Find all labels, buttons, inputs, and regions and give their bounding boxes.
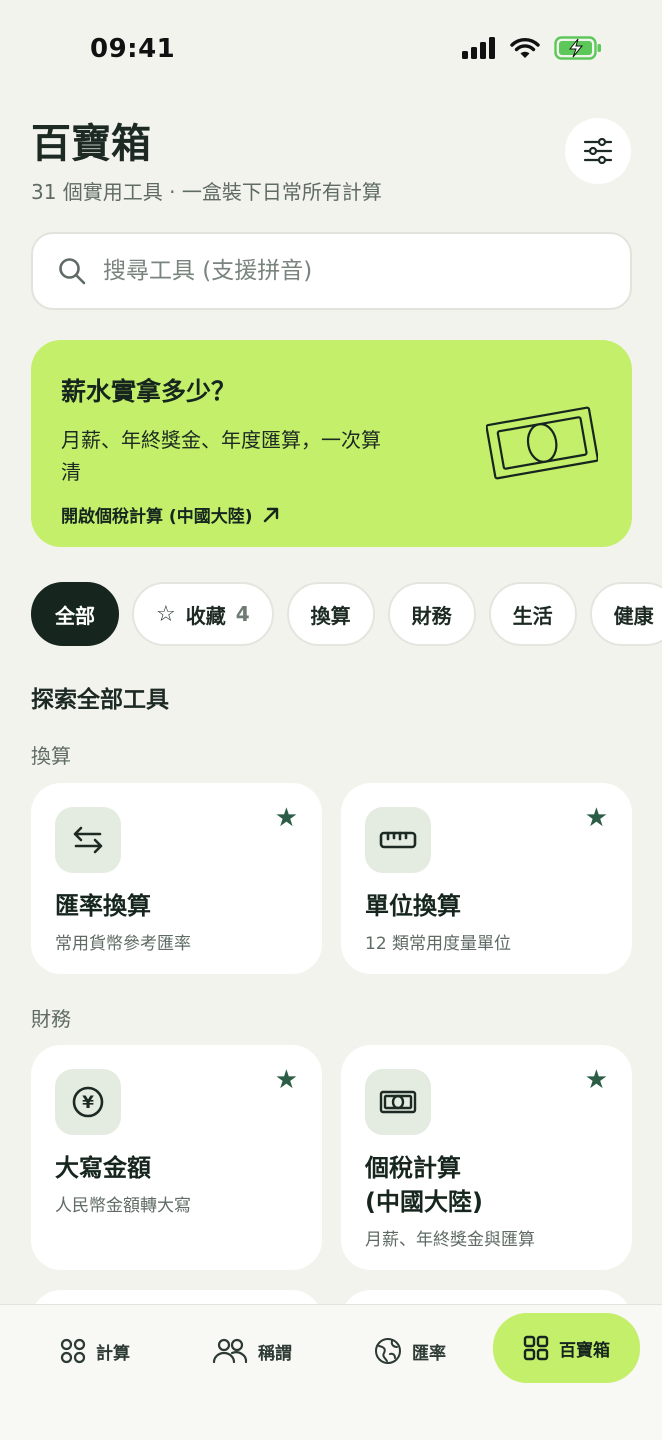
favorite-star-icon[interactable]: ★	[275, 803, 298, 833]
yen-coin-icon: ¥	[72, 1086, 104, 1118]
grid-circles-icon	[60, 1338, 86, 1364]
arrow-up-right-icon	[264, 507, 279, 522]
chip-health-label: 健康	[613, 603, 654, 628]
chip-favorites[interactable]: ☆ 收藏 4	[132, 582, 274, 646]
chip-all[interactable]: 全部	[31, 582, 119, 646]
favorite-star-icon[interactable]: ★	[585, 803, 608, 833]
people-icon	[212, 1338, 248, 1364]
bottom-tab-bar: 計算 稱謂 匯率 百寶箱	[0, 1304, 662, 1440]
status-time: 09:41	[90, 34, 176, 64]
chip-all-label: 全部	[55, 603, 95, 628]
card-description: 常用貨幣參考匯率	[55, 934, 191, 954]
tab-relation-label: 稱謂	[258, 1343, 292, 1364]
card-icon-box	[365, 807, 431, 873]
card-title: 大寫金額	[55, 1154, 151, 1182]
promo-link-label: 開啟個稅計算 (中國大陸)	[61, 507, 253, 527]
tab-toolbox-label: 百寶箱	[559, 1340, 610, 1361]
promo-banner[interactable]: 薪水實拿多少？ 月薪、年終獎金、年度匯算，一次算清 開啟個稅計算 (中國大陸)	[31, 340, 632, 547]
tab-rate-label: 匯率	[412, 1343, 446, 1364]
page-header: 百寶箱 31 個實用工具 · 一盒裝下日常所有計算	[31, 118, 631, 208]
status-icons	[462, 36, 602, 60]
tool-card-income-tax[interactable]: ★ 個稅計算 (中國大陸) 月薪、年終獎金與匯算	[341, 1045, 632, 1270]
banknote-icon	[379, 1090, 417, 1114]
globe-icon	[375, 1338, 401, 1364]
signal-icon	[462, 37, 495, 59]
section-heading: 探索全部工具	[31, 687, 169, 713]
tool-card-unit-convert[interactable]: ★ 單位換算 12 類常用度量單位	[341, 783, 632, 974]
star-outline-icon: ☆	[156, 601, 176, 627]
search-icon	[59, 258, 86, 285]
tool-card-uppercase-amount[interactable]: ¥ ★ 大寫金額 人民幣金額轉大寫	[31, 1045, 322, 1270]
card-title: 匯率換算	[55, 892, 151, 920]
favorite-star-icon[interactable]: ★	[275, 1065, 298, 1095]
filter-settings-button[interactable]	[565, 118, 631, 184]
chip-convert-label: 換算	[310, 603, 351, 628]
chip-finance[interactable]: 財務	[387, 582, 476, 646]
sliders-icon	[583, 138, 613, 164]
card-title: 個稅計算 (中國大陸)	[365, 1154, 483, 1216]
favorite-star-icon[interactable]: ★	[585, 1065, 608, 1095]
chip-life-label: 生活	[512, 603, 553, 628]
chip-convert[interactable]: 換算	[286, 582, 375, 646]
ruler-icon	[379, 831, 417, 849]
group-label-convert: 換算	[31, 744, 71, 768]
category-chips: 全部 ☆ 收藏 4 換算 財務 生活 健康	[31, 582, 662, 646]
favorites-count: 4	[235, 602, 250, 626]
card-description: 人民幣金額轉大寫	[55, 1196, 191, 1216]
tab-calc[interactable]: 計算	[60, 1319, 130, 1383]
chip-finance-label: 財務	[411, 603, 452, 628]
search-bar[interactable]	[31, 232, 632, 310]
card-title: 單位換算	[365, 892, 461, 920]
promo-description: 月薪、年終獎金、年度匯算，一次算清	[61, 428, 381, 484]
wifi-icon	[510, 38, 540, 58]
page-subtitle: 31 個實用工具 · 一盒裝下日常所有計算	[31, 180, 382, 204]
grid-squares-icon	[523, 1335, 549, 1361]
search-input[interactable]	[103, 258, 583, 284]
tab-calc-label: 計算	[96, 1343, 130, 1364]
card-icon-box	[365, 1069, 431, 1135]
swap-arrows-icon	[73, 826, 103, 854]
tab-rate[interactable]: 匯率	[374, 1319, 446, 1383]
battery-charging-icon	[554, 36, 601, 60]
card-description: 12 類常用度量單位	[365, 934, 512, 954]
tool-card-exchange-rate[interactable]: ★ 匯率換算 常用貨幣參考匯率	[31, 783, 322, 974]
promo-link[interactable]: 開啟個稅計算 (中國大陸)	[61, 502, 602, 527]
group-label-finance: 財務	[31, 1007, 71, 1031]
status-bar: 09:41	[0, 0, 662, 100]
card-icon-box: ¥	[55, 1069, 121, 1135]
svg-text:¥: ¥	[82, 1093, 94, 1113]
tab-relation[interactable]: 稱謂	[212, 1319, 292, 1383]
chip-favorites-label: 收藏	[185, 603, 226, 628]
page-title: 百寶箱	[31, 121, 151, 167]
card-description: 月薪、年終獎金與匯算	[365, 1230, 535, 1250]
chip-health[interactable]: 健康	[589, 582, 662, 646]
card-icon-box	[55, 807, 121, 873]
tab-toolbox[interactable]: 百寶箱	[493, 1313, 640, 1383]
banknote-illustration-icon	[486, 406, 598, 480]
chip-life[interactable]: 生活	[488, 582, 577, 646]
